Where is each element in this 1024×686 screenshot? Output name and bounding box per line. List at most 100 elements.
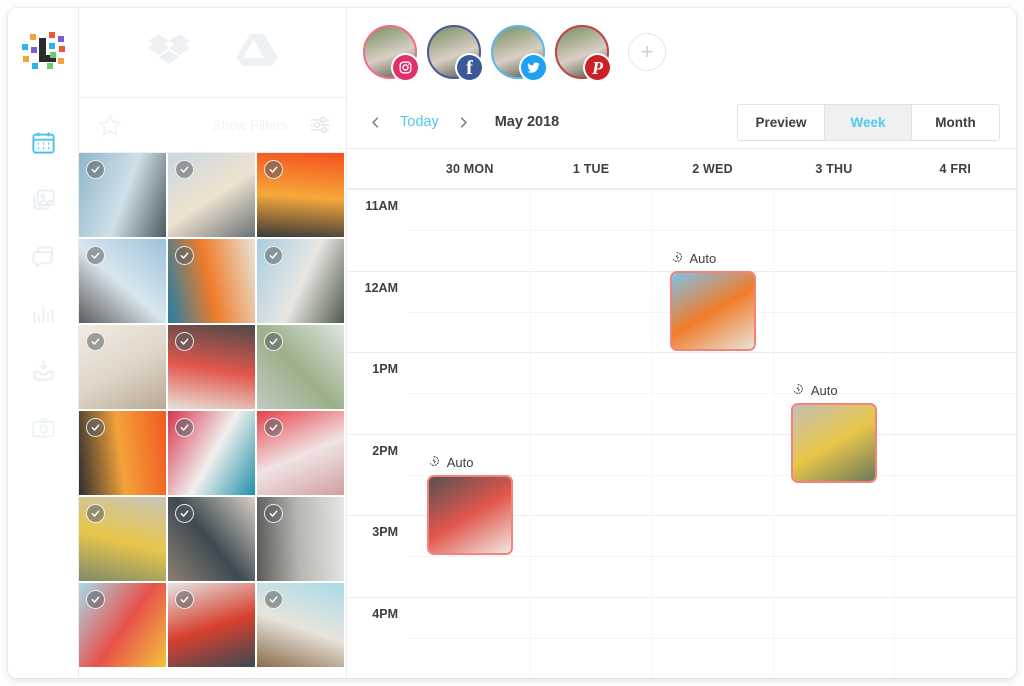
check-icon[interactable] <box>264 504 283 523</box>
photo-thumbnail[interactable] <box>257 239 346 325</box>
view-button-preview[interactable]: Preview <box>738 104 825 140</box>
photo-thumbnail[interactable] <box>168 153 257 239</box>
photo-thumbnail[interactable] <box>168 497 257 583</box>
check-icon[interactable] <box>86 504 105 523</box>
check-icon[interactable] <box>86 418 105 437</box>
photo-thumbnail[interactable] <box>168 583 257 669</box>
instagram-icon <box>393 55 418 80</box>
calendar-panel: f P + Today May 2018 Preview Week Month 30 M… <box>347 8 1016 678</box>
star-icon[interactable] <box>97 112 123 138</box>
twitter-icon <box>521 55 546 80</box>
check-icon[interactable] <box>86 590 105 609</box>
event-mural-wed[interactable]: Auto <box>669 250 756 352</box>
photo-grid <box>79 153 346 678</box>
check-icon[interactable] <box>86 160 105 179</box>
event-thumbnail <box>671 273 754 350</box>
sidebar-item-calendar[interactable] <box>8 114 78 171</box>
calendar-icon <box>31 132 55 154</box>
prev-week-button[interactable] <box>361 108 389 136</box>
photo-thumbnail[interactable] <box>168 411 257 497</box>
today-button[interactable]: Today <box>393 111 446 133</box>
day-header: 3 THU <box>815 161 853 176</box>
daybar-gutter <box>347 149 409 188</box>
event-card[interactable] <box>790 402 877 483</box>
hour-gutter: 4PM <box>347 596 409 679</box>
event-label-row: Auto <box>670 250 756 267</box>
check-icon[interactable] <box>264 246 283 265</box>
hour-gutter: 2PM <box>347 433 409 516</box>
bar-chart-icon <box>33 306 53 323</box>
event-label: Auto <box>689 251 717 267</box>
check-icon[interactable] <box>264 590 283 609</box>
photo-thumbnail[interactable] <box>168 325 257 411</box>
photo-thumbnail[interactable] <box>79 411 168 497</box>
hour-gutter: 11AM <box>347 189 409 271</box>
chevron-left-icon <box>371 116 378 128</box>
pinterest-icon: P <box>585 55 610 80</box>
hour-gutter: 1PM <box>347 352 409 434</box>
check-icon[interactable] <box>175 504 194 523</box>
facebook-icon: f <box>457 55 482 80</box>
event-label-row: Auto <box>427 454 513 471</box>
check-icon[interactable] <box>86 246 105 265</box>
sidebar-item-library[interactable] <box>8 171 78 228</box>
check-icon[interactable] <box>175 332 194 351</box>
view-toggle-group: Preview Week Month <box>737 103 1000 141</box>
event-thumbnail <box>428 476 511 553</box>
hour-label: 3PM <box>372 525 398 539</box>
hour-label: 1PM <box>372 362 398 376</box>
social-accounts-bar: f P + <box>347 8 1016 96</box>
event-card[interactable] <box>426 474 513 555</box>
dropbox-source-button[interactable] <box>147 31 190 74</box>
date-navigation: Today <box>361 108 478 136</box>
check-icon[interactable] <box>86 332 105 351</box>
photo-thumbnail[interactable] <box>257 497 346 583</box>
pinterest-account[interactable]: P <box>555 25 610 80</box>
chevron-right-icon <box>461 116 467 128</box>
photo-thumbnail[interactable] <box>257 411 346 497</box>
rail-icon-list <box>8 114 78 456</box>
check-icon[interactable] <box>264 160 283 179</box>
check-icon[interactable] <box>264 332 283 351</box>
check-icon[interactable] <box>175 590 194 609</box>
event-food-flatlay-thu[interactable]: Auto <box>790 382 877 483</box>
photo-thumbnail[interactable] <box>168 239 257 325</box>
hour-label: 11AM <box>365 199 398 213</box>
facebook-account[interactable]: f <box>427 25 482 80</box>
event-label: Auto <box>446 454 474 470</box>
twitter-account[interactable] <box>491 25 546 80</box>
view-button-month[interactable]: Month <box>912 104 999 140</box>
auto-magic-icon <box>670 250 684 267</box>
check-icon[interactable] <box>175 418 194 437</box>
check-icon[interactable] <box>175 246 194 265</box>
next-week-button[interactable] <box>450 108 478 136</box>
event-card[interactable] <box>669 271 756 352</box>
photo-thumbnail[interactable] <box>79 583 168 669</box>
event-thumbnail <box>792 404 875 481</box>
photo-thumbnail[interactable] <box>79 153 168 239</box>
photo-thumbnail[interactable] <box>257 153 346 239</box>
sidebar-item-messages[interactable] <box>8 228 78 285</box>
photo-thumbnail[interactable] <box>79 325 168 411</box>
check-icon[interactable] <box>175 160 194 179</box>
check-icon[interactable] <box>264 418 283 437</box>
hour-label: 12AM <box>364 280 398 295</box>
event-woman-neon-mon[interactable]: Auto <box>426 454 513 555</box>
photo-thumbnail[interactable] <box>257 583 346 669</box>
photo-thumbnail[interactable] <box>79 497 168 583</box>
day-header-row: 30 MON 1 TUE 2 WED 3 THU 4 FRI <box>347 148 1016 189</box>
photo-thumbnail[interactable] <box>79 239 168 325</box>
google-drive-source-button[interactable] <box>235 31 278 74</box>
show-filters-label[interactable]: Show Filters <box>133 118 288 133</box>
sliders-icon[interactable] <box>308 113 332 137</box>
sidebar-item-analytics[interactable] <box>8 285 78 342</box>
photo-thumbnail[interactable] <box>257 325 346 411</box>
sidebar-item-capture[interactable] <box>8 399 78 456</box>
sidebar-item-inbox[interactable] <box>8 342 78 399</box>
event-label: Auto <box>810 382 838 398</box>
app-logo-icon <box>22 32 65 69</box>
add-account-button[interactable]: + <box>628 33 666 71</box>
view-button-week[interactable]: Week <box>825 104 912 140</box>
instagram-account[interactable] <box>363 25 418 80</box>
google-drive-icon <box>235 34 278 66</box>
